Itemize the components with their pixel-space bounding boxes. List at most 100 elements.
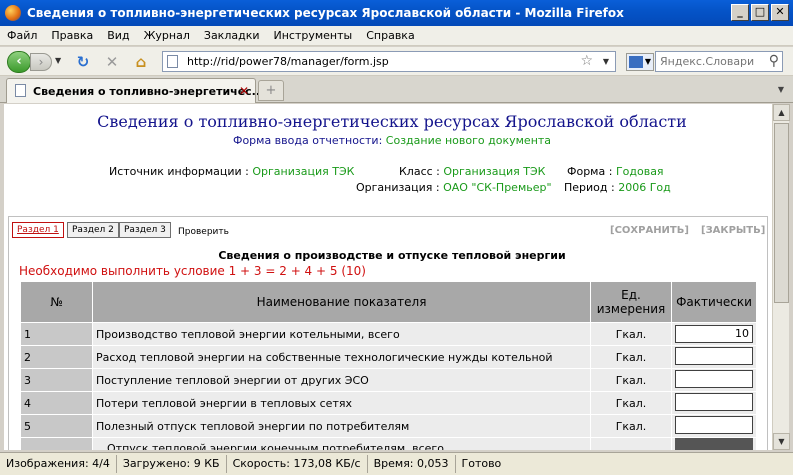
class-info: Класс : Организация ТЭК — [399, 165, 545, 178]
value-input[interactable] — [675, 392, 753, 411]
forward-arrow-icon[interactable]: › — [30, 53, 52, 71]
organization-label: Организация : — [356, 181, 440, 194]
row-number — [21, 438, 92, 450]
status-bar: Изображения: 4/4 Загружено: 9 КБ Скорост… — [0, 452, 793, 475]
header-indicator-name: Наименование показателя — [93, 282, 590, 322]
close-button[interactable]: [ЗАКРЫТЬ] — [701, 225, 765, 236]
source-value: Организация ТЭК — [252, 165, 355, 178]
row-unit: Гкал. — [591, 392, 671, 414]
tab-section-2[interactable]: Раздел 2 — [67, 222, 119, 238]
status-done: Готово — [461, 457, 502, 470]
menu-bookmarks[interactable]: Закладки — [197, 29, 267, 42]
value-input[interactable] — [675, 369, 753, 388]
source-label: Источник информации : — [109, 165, 249, 178]
page-title: Сведения о топливно-энергетических ресур… — [97, 112, 687, 131]
row-unit: Гкал. — [591, 369, 671, 391]
table-row: Отпуск тепловой энергии конечным потреби… — [21, 438, 756, 450]
tab-current[interactable]: Сведения о топливно-энергетичес... ✕ — [6, 78, 264, 103]
scroll-down-icon[interactable]: ▼ — [773, 433, 790, 450]
window-titlebar[interactable]: Сведения о топливно-энергетических ресур… — [0, 0, 793, 26]
search-input[interactable] — [658, 53, 762, 70]
data-table: № Наименование показателя Ед. измерения … — [20, 281, 757, 450]
page-content: Сведения о топливно-энергетических ресур… — [4, 104, 772, 450]
search-engine-icon — [629, 56, 643, 68]
organization-info: Организация : ОАО "СК-Премьер" — [356, 181, 552, 194]
window-title: Сведения о топливно-энергетических ресур… — [27, 6, 624, 20]
form-type-value: Годовая — [615, 165, 664, 178]
row-name: Полезный отпуск тепловой энергии по потр… — [93, 415, 590, 437]
row-name: Производство тепловой энергии котельными… — [93, 323, 590, 345]
form-type-info: Форма : Годовая — [567, 165, 664, 178]
maximize-button[interactable]: □ — [751, 4, 769, 21]
menu-edit[interactable]: Правка — [44, 29, 100, 42]
new-tab-button[interactable]: + — [258, 80, 284, 101]
menu-tools[interactable]: Инструменты — [267, 29, 360, 42]
page-icon — [15, 84, 26, 97]
value-input[interactable] — [675, 346, 753, 365]
period-value: 2006 Год — [618, 181, 671, 194]
value-input[interactable] — [675, 415, 753, 434]
save-button[interactable]: [СОХРАНИТЬ] — [610, 225, 689, 236]
menu-help[interactable]: Справка — [359, 29, 421, 42]
header-actual: Фактически — [672, 282, 756, 322]
tab-label: Сведения о топливно-энергетичес... — [33, 85, 265, 98]
url-dropdown-icon[interactable]: ▼ — [603, 57, 609, 66]
tab-list-dropdown-icon[interactable]: ▼ — [773, 80, 789, 100]
search-box[interactable]: ⚲ — [655, 51, 783, 72]
row-number: 5 — [21, 415, 92, 437]
close-window-button[interactable]: ✕ — [771, 4, 789, 21]
row-number: 2 — [21, 346, 92, 368]
url-bar[interactable]: http://rid/power78/manager/form.jsp ☆ ▼ — [162, 51, 616, 72]
bookmark-star-icon[interactable]: ☆ — [580, 53, 593, 69]
minimize-button[interactable]: _ — [731, 4, 749, 21]
check-link[interactable]: Проверить — [178, 227, 229, 237]
row-unit: Гкал. — [591, 415, 671, 437]
scroll-thumb[interactable] — [774, 123, 789, 303]
form-mode-label: Форма ввода отчетности: — [232, 134, 383, 147]
url-text: http://rid/power78/manager/form.jsp — [187, 55, 389, 68]
row-name: Отпуск тепловой энергии конечным потреби… — [93, 438, 590, 450]
home-icon[interactable]: ⌂ — [132, 53, 150, 71]
stop-icon[interactable]: ✕ — [103, 53, 121, 71]
header-unit: Ед. измерения — [591, 282, 671, 322]
row-name: Потери тепловой энергии в тепловых сетях — [93, 392, 590, 414]
menu-view[interactable]: Вид — [100, 29, 136, 42]
navigation-toolbar: ‹ › ▼ ↻ ✕ ⌂ http://rid/power78/manager/f… — [0, 47, 793, 76]
close-tab-icon[interactable]: ✕ — [239, 84, 249, 98]
table-row: 4 Потери тепловой энергии в тепловых сет… — [21, 392, 756, 414]
class-value: Организация ТЭК — [443, 165, 546, 178]
validation-condition: Необходимо выполнить условие 1 + 3 = 2 +… — [19, 264, 366, 278]
status-speed: Скорость: 173,08 КБ/с — [227, 455, 368, 473]
tab-bar: Сведения о топливно-энергетичес... ✕ + ▼ — [0, 76, 793, 103]
table-row: 3 Поступление тепловой энергии от других… — [21, 369, 756, 391]
scroll-up-icon[interactable]: ▲ — [773, 104, 790, 121]
search-engine-selector[interactable]: ▼ — [626, 53, 654, 71]
status-time: Время: 0,053 — [368, 455, 456, 473]
status-images: Изображения: 4/4 — [0, 455, 117, 473]
tab-section-1[interactable]: Раздел 1 — [12, 222, 64, 238]
menu-file[interactable]: Файл — [0, 29, 44, 42]
status-loaded: Загружено: 9 КБ — [117, 455, 227, 473]
form-mode-value: Создание нового документа — [385, 134, 552, 147]
table-row: 5 Полезный отпуск тепловой энергии по по… — [21, 415, 756, 437]
value-input[interactable] — [675, 438, 753, 450]
row-number: 4 — [21, 392, 92, 414]
tab-section-3[interactable]: Раздел 3 — [119, 222, 171, 238]
history-dropdown-icon[interactable]: ▼ — [55, 56, 61, 65]
form-type-label: Форма : — [567, 165, 613, 178]
source-info: Источник информации : Организация ТЭК — [109, 165, 354, 178]
search-icon[interactable]: ⚲ — [769, 53, 779, 69]
firefox-icon — [5, 5, 21, 21]
back-arrow-icon[interactable]: ‹ — [7, 51, 31, 73]
organization-value: ОАО "СК-Премьер" — [443, 181, 552, 194]
section-title: Сведения о производстве и отпуске теплов… — [218, 249, 566, 262]
menu-bar: Файл Правка Вид Журнал Закладки Инструме… — [0, 26, 793, 46]
vertical-scrollbar[interactable]: ▲ ▼ — [772, 104, 790, 450]
table-header-row: № Наименование показателя Ед. измерения … — [21, 282, 756, 322]
row-number: 3 — [21, 369, 92, 391]
reload-icon[interactable]: ↻ — [74, 53, 92, 71]
menu-history[interactable]: Журнал — [137, 29, 197, 42]
value-input[interactable]: 10 — [675, 325, 753, 343]
row-unit — [591, 438, 671, 450]
row-number: 1 — [21, 323, 92, 345]
